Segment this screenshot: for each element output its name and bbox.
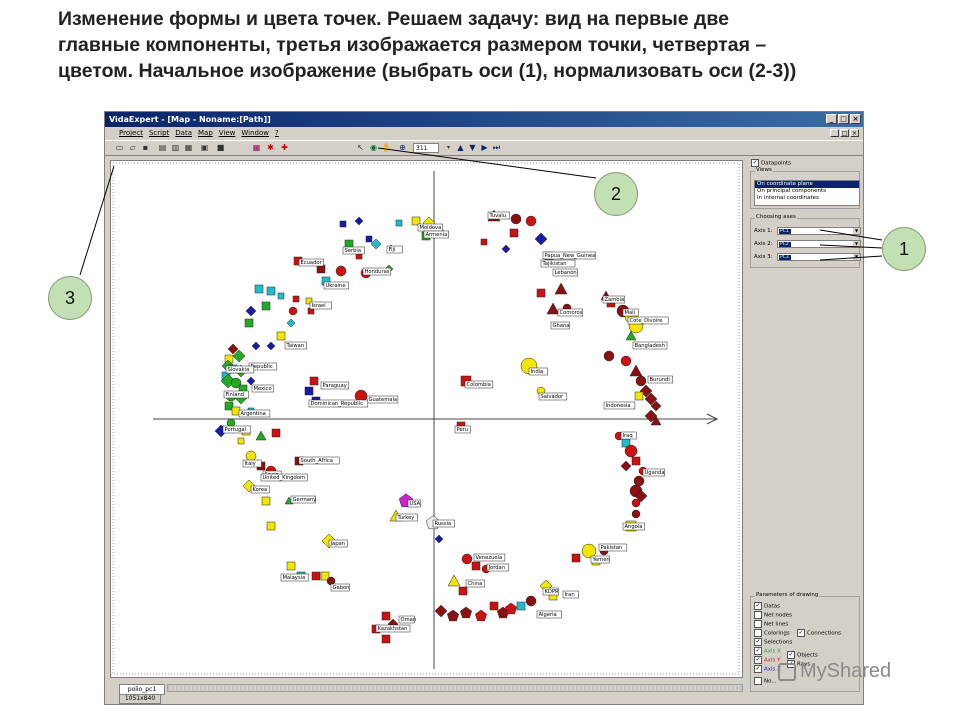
watermark: MyShared xyxy=(778,660,891,683)
leader-line-1b xyxy=(819,244,883,249)
leader-line-3 xyxy=(79,165,115,276)
leader-line-1c xyxy=(819,255,883,261)
annotation-3: 3 xyxy=(48,276,92,320)
watermark-logo-icon xyxy=(778,662,796,681)
annotation-2: 2 xyxy=(594,172,638,216)
leader-line-1a xyxy=(819,229,883,241)
annotation-leaders xyxy=(79,147,883,276)
annotation-1: 1 xyxy=(882,227,926,271)
leader-line-2 xyxy=(377,147,597,179)
